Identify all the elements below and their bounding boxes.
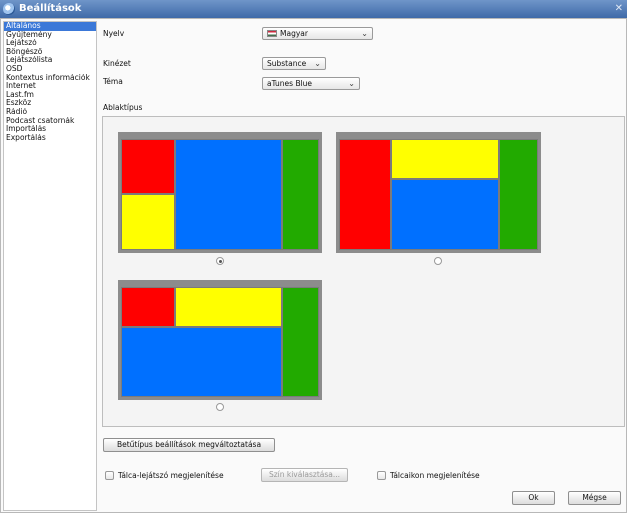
sidebar-item-radio[interactable]: Rádió bbox=[4, 108, 96, 117]
window-type-label: Ablaktípus bbox=[103, 103, 143, 112]
title-bar: Beállítások ✕ bbox=[0, 0, 627, 18]
sidebar-item-lastfm[interactable]: Last.fm bbox=[4, 91, 96, 100]
sidebar-item-export[interactable]: Exportálás bbox=[4, 134, 96, 143]
theme-label: Téma bbox=[103, 77, 123, 86]
layout-3-blue-panel bbox=[121, 327, 282, 397]
settings-category-list: Általános Gyűjtemény Lejátszó Böngésző L… bbox=[3, 21, 97, 511]
look-select[interactable]: Substance ⌄ bbox=[262, 57, 326, 70]
sidebar-item-context[interactable]: Kontextus információk bbox=[4, 74, 96, 83]
sidebar-item-playlist[interactable]: Lejátszólista bbox=[4, 56, 96, 65]
layout-1-radio[interactable] bbox=[216, 257, 224, 265]
layout-3-green-panel bbox=[282, 287, 319, 397]
sidebar-item-navigator[interactable]: Böngésző bbox=[4, 48, 96, 57]
app-icon bbox=[3, 3, 15, 15]
tray-player-checkbox[interactable] bbox=[105, 471, 114, 480]
layout-preview-3[interactable] bbox=[118, 280, 322, 400]
font-settings-button[interactable]: Betűtípus beállítások megváltoztatása bbox=[103, 438, 275, 452]
theme-select[interactable]: aTunes Blue ⌄ bbox=[262, 77, 360, 90]
sidebar-item-podcast[interactable]: Podcast csatornák bbox=[4, 117, 96, 126]
layout-preview-2[interactable] bbox=[336, 132, 541, 253]
layout-1-red-panel bbox=[121, 139, 175, 194]
sidebar-item-internet[interactable]: Internet bbox=[4, 82, 96, 91]
layout-3-red-panel bbox=[121, 287, 175, 327]
sidebar-item-repository[interactable]: Gyűjtemény bbox=[4, 31, 96, 40]
layout-2-blue-panel bbox=[391, 179, 499, 250]
theme-value: aTunes Blue bbox=[267, 79, 313, 88]
language-value: Magyar bbox=[280, 29, 308, 38]
layout-2-radio[interactable] bbox=[434, 257, 442, 265]
layout-3-yellow-panel bbox=[175, 287, 282, 327]
select-color-button[interactable]: Szín kiválasztása... bbox=[261, 468, 348, 482]
layout-2-green-panel bbox=[499, 139, 538, 250]
layout-1-blue-panel bbox=[175, 139, 282, 250]
close-icon[interactable]: ✕ bbox=[615, 3, 623, 14]
hungary-flag-icon bbox=[267, 30, 277, 37]
window-title: Beállítások bbox=[19, 3, 82, 14]
sidebar-item-osd[interactable]: OSD bbox=[4, 65, 96, 74]
look-label: Kinézet bbox=[103, 59, 131, 68]
cancel-button[interactable]: Mégse bbox=[568, 491, 621, 505]
layout-2-yellow-panel bbox=[391, 139, 499, 179]
layout-preview-1[interactable] bbox=[118, 132, 322, 253]
chevron-down-icon: ⌄ bbox=[361, 29, 368, 38]
tray-icons-label: Tálcaikon megjelenítése bbox=[390, 471, 480, 480]
tray-icons-checkbox[interactable] bbox=[377, 471, 386, 480]
window-type-panel bbox=[102, 116, 625, 427]
chevron-down-icon: ⌄ bbox=[314, 59, 321, 68]
layout-1-green-panel bbox=[282, 139, 319, 250]
sidebar-item-import[interactable]: Importálás bbox=[4, 125, 96, 134]
ok-button[interactable]: Ok bbox=[512, 491, 555, 505]
look-value: Substance bbox=[267, 59, 307, 68]
layout-3-radio[interactable] bbox=[216, 403, 224, 411]
chevron-down-icon: ⌄ bbox=[348, 79, 355, 88]
language-label: Nyelv bbox=[103, 29, 125, 38]
tray-player-label: Tálca-lejátszó megjelenítése bbox=[118, 471, 224, 480]
language-select[interactable]: Magyar ⌄ bbox=[262, 27, 373, 40]
layout-2-red-panel bbox=[339, 139, 391, 250]
sidebar-item-general[interactable]: Általános bbox=[4, 22, 96, 31]
settings-window: Általános Gyűjtemény Lejátszó Böngésző L… bbox=[0, 18, 627, 513]
sidebar-item-player[interactable]: Lejátszó bbox=[4, 39, 96, 48]
sidebar-item-device[interactable]: Eszköz bbox=[4, 99, 96, 108]
layout-1-yellow-panel bbox=[121, 194, 175, 250]
